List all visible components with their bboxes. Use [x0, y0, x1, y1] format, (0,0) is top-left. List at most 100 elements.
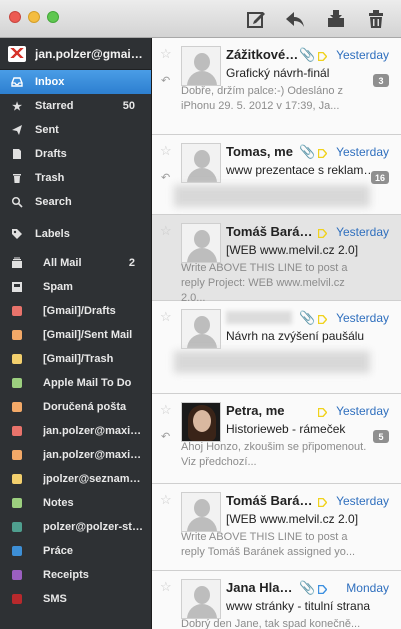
message-date: Yesterday	[336, 145, 389, 159]
sidebar-item-starred[interactable]: ★ Starred 50	[0, 94, 151, 118]
message-sender: Tomáš Baránek	[226, 493, 318, 508]
message-row[interactable]: ☆ ↶ Petra, me Yesterday Historieweb - rámeče…	[152, 394, 401, 484]
label-item[interactable]: Spam	[0, 275, 151, 299]
sidebar-item-trash[interactable]: Trash	[0, 166, 151, 190]
message-row[interactable]: ☆ ↶ Zážitkové dárky📎 Yesterday Grafický návr…	[152, 38, 401, 135]
minimize-window-button[interactable]	[28, 11, 40, 23]
maximize-window-button[interactable]	[47, 11, 59, 23]
star-toggle-icon[interactable]: ☆	[160, 223, 172, 239]
label-item[interactable]: Apple Mail To Do	[0, 371, 151, 395]
message-row[interactable]: ☆ Tomáš Baránek Yesterday [WEB www.melvil.c…	[152, 215, 401, 304]
gmail-icon	[8, 45, 26, 62]
paperclip-icon: 📎	[299, 580, 316, 595]
message-date: Yesterday	[336, 404, 389, 418]
message-sender: Jana Hladíková	[226, 580, 300, 595]
labels-header-text: Labels	[35, 228, 70, 240]
label-item-text: [Gmail]/Trash	[43, 353, 114, 365]
search-icon	[10, 195, 24, 209]
label-color-swatch	[12, 594, 22, 604]
message-subject: Historieweb - rámeček	[226, 422, 346, 436]
sidebar-item-drafts[interactable]: Drafts	[0, 142, 151, 166]
sidebar-item-label: Sent	[35, 124, 59, 136]
inbox-icon	[10, 75, 24, 89]
label-item[interactable]: jan.polzer@maxiorel.cz/Sent	[0, 443, 151, 467]
label-item[interactable]: jpolzer@seznam.cz	[0, 467, 151, 491]
message-preview: Dobrý den Jane, tak spad konečně...	[181, 618, 361, 629]
label-item-text: Spam	[43, 281, 73, 293]
label-item[interactable]: Doručená pošta	[0, 395, 151, 419]
account-header[interactable]: jan.polzer@gmail.com	[0, 38, 151, 70]
labels-header[interactable]: Labels	[0, 222, 151, 246]
label-item[interactable]: [Gmail]/Trash	[0, 347, 151, 371]
message-sender: Petra, me	[226, 403, 285, 418]
label-tag-icon	[317, 147, 328, 159]
label-item[interactable]: [Gmail]/Drafts	[0, 299, 151, 323]
message-date: Yesterday	[336, 48, 389, 62]
star-toggle-icon[interactable]: ☆	[160, 143, 172, 159]
label-item[interactable]: SMS	[0, 587, 151, 611]
close-window-button[interactable]	[9, 11, 21, 23]
message-list: ☆↶Zážitkové dárky📎YesterdayGrafický návr…	[151, 38, 401, 629]
label-color-swatch	[12, 546, 22, 556]
label-item[interactable]: polzer@polzer-studio.cz	[0, 515, 151, 539]
message-row[interactable]: ☆ Jana Hladíková📎 Monday www stránky - titu…	[152, 571, 401, 629]
label-item-text: SMS	[43, 593, 67, 605]
sidebar-item-sent[interactable]: Sent	[0, 118, 151, 142]
archive-button[interactable]	[324, 7, 348, 31]
paperclip-icon: 📎	[299, 310, 316, 325]
star-toggle-icon[interactable]: ☆	[160, 46, 172, 62]
account-name: jan.polzer@gmail.com	[35, 46, 145, 61]
thread-count-badge: 5	[373, 430, 389, 443]
label-item[interactable]: Práce	[0, 539, 151, 563]
label-item-text: jan.polzer@maxiorel.cz/Sent	[43, 449, 143, 461]
paperclip-icon: 📎	[299, 144, 316, 159]
message-row[interactable]: ☆ Tomáš Baránek Yesterday [WEB www.melvil.c…	[152, 484, 401, 571]
trash-icon	[369, 10, 383, 28]
label-color-swatch	[12, 330, 22, 340]
message-date: Monday	[346, 581, 389, 595]
message-sender-redacted	[226, 311, 292, 324]
star-toggle-icon[interactable]: ☆	[160, 309, 172, 325]
drafts-icon	[10, 147, 24, 161]
message-subject: [WEB www.melvil.cz 2.0]	[226, 512, 359, 526]
label-item-text: polzer@polzer-studio.cz	[43, 521, 143, 533]
star-toggle-icon[interactable]: ☆	[160, 579, 172, 595]
label-tag-icon	[317, 496, 328, 508]
replied-icon: ↶	[161, 172, 171, 184]
avatar	[181, 579, 221, 619]
label-item-count: 2	[128, 257, 135, 269]
label-item-text: [Gmail]/Sent Mail	[43, 329, 133, 341]
label-item[interactable]: [Gmail]/Sent Mail	[0, 323, 151, 347]
sent-icon	[10, 123, 24, 137]
label-item-text: Doručená pošta	[43, 401, 127, 413]
star-toggle-icon[interactable]: ☆	[160, 402, 172, 418]
label-tag-icon	[317, 583, 328, 595]
sidebar-item-label: Inbox	[35, 76, 65, 88]
message-date: Yesterday	[336, 225, 389, 239]
label-color-swatch	[12, 498, 22, 508]
message-preview: Write ABOVE THIS LINE to post a reply Pr…	[181, 262, 348, 304]
replied-icon: ↶	[161, 431, 171, 443]
delete-button[interactable]	[364, 7, 388, 31]
message-sender: Tomáš Baránek	[226, 224, 318, 239]
archive-icon	[328, 10, 344, 27]
compose-icon	[247, 12, 265, 28]
label-item[interactable]: All Mail 2	[0, 251, 151, 275]
message-row[interactable]: ☆ ↶ Tomas, me 📎 Yesterday www prezentace s re…	[152, 135, 401, 215]
message-row[interactable]: ☆ 📎 Yesterday Návrh na zvýšení paušálu	[152, 301, 401, 394]
reply-button[interactable]	[283, 7, 307, 31]
compose-button[interactable]	[244, 7, 268, 31]
label-item[interactable]: Notes	[0, 491, 151, 515]
avatar	[181, 143, 221, 183]
message-sender: Zážitkové dárky	[226, 47, 300, 62]
label-color-swatch	[12, 450, 22, 460]
label-item[interactable]: jan.polzer@maxiorel.cz	[0, 419, 151, 443]
message-subject: www stránky - titulní strana	[226, 599, 371, 613]
label-color-swatch	[12, 426, 22, 436]
label-tag-icon	[317, 313, 328, 325]
sidebar-item-inbox[interactable]: Inbox	[0, 70, 151, 94]
sidebar-item-search[interactable]: Search	[0, 190, 151, 214]
sidebar-item-label: Drafts	[35, 148, 67, 160]
label-item[interactable]: Receipts	[0, 563, 151, 587]
star-toggle-icon[interactable]: ☆	[160, 492, 172, 508]
